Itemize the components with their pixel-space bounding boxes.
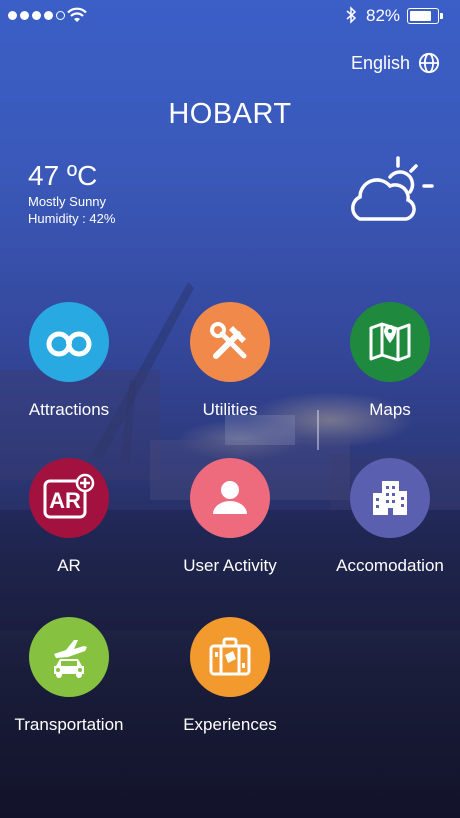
wifi-icon [67,7,87,22]
plane-car-icon [54,640,87,678]
transportation-label: Transportation [14,715,124,734]
partly-cloudy-icon [351,156,434,221]
weather-condition: Mostly Sunny [28,194,107,209]
language-selector[interactable]: English [351,52,440,74]
maps-label: Maps [369,400,411,419]
menu-attractions[interactable]: Attractions [0,302,149,420]
ar-label: AR [57,556,81,575]
user-icon [213,481,247,514]
menu-maps[interactable]: Maps [310,302,460,420]
user-activity-circle [190,458,270,538]
battery-percent: 82% [366,6,401,25]
ar-icon: AR [43,473,95,519]
accomodation-label: Accomodation [336,556,444,575]
signal-strength-icon [8,11,65,20]
ar-circle: AR [29,458,109,538]
menu-utilities[interactable]: Utilities [150,302,310,420]
accomodation-circle [350,458,430,538]
menu-accomodation[interactable]: Accomodation [310,458,460,576]
svg-text:AR: AR [49,488,81,513]
menu-transportation[interactable]: Transportation [0,617,149,735]
humidity: Humidity : 42% [28,211,116,226]
attractions-label: Attractions [28,400,110,419]
maps-circle [350,302,430,382]
utilities-label: Utilities [202,400,258,419]
city-title: HOBART [168,98,292,130]
building-icon [373,481,407,515]
experiences-circle [190,617,270,697]
map-pin-icon [369,322,411,362]
language-label: English [350,52,410,73]
binoculars-icon [46,331,92,357]
tools-icon [210,322,247,359]
suitcase-icon [209,637,251,676]
utilities-circle [190,302,270,382]
user-activity-label: User Activity [183,556,277,575]
status-bar: 82% [0,0,460,32]
globe-icon [418,52,440,74]
transportation-circle [29,617,109,697]
bluetooth-icon [346,6,357,24]
attractions-circle [29,302,109,382]
menu-user-activity[interactable]: User Activity [150,458,310,576]
menu-ar[interactable]: AR AR [0,458,149,576]
temperature: 47 ºC [28,160,98,191]
battery-icon [407,8,443,24]
experiences-label: Experiences [183,715,277,734]
menu-experiences[interactable]: Experiences [150,617,310,735]
